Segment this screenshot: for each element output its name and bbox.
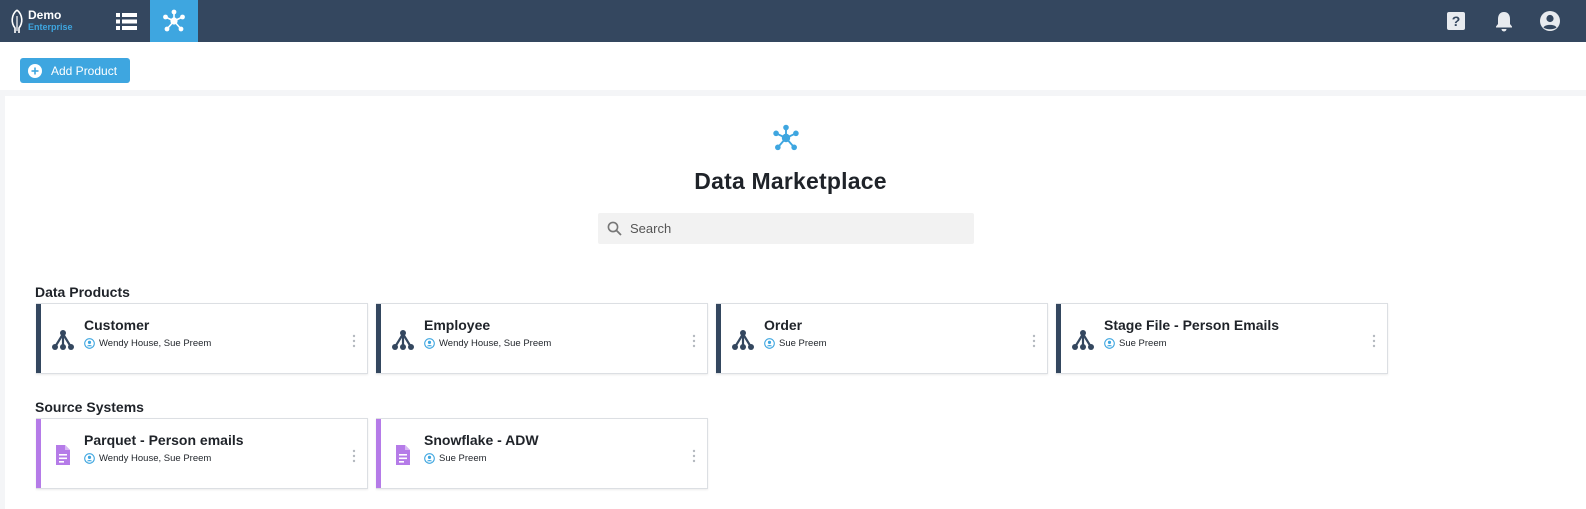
more-options-icon[interactable]	[1031, 334, 1037, 348]
bell-icon	[1496, 12, 1512, 32]
svg-text:?: ?	[1452, 13, 1461, 29]
owners-text: Sue Preem	[439, 453, 487, 464]
card-accent	[376, 304, 381, 373]
owners-text: Wendy House, Sue Preem	[99, 453, 212, 464]
card-title: Snowflake - ADW	[424, 432, 539, 448]
card-title: Employee	[424, 317, 491, 333]
file-icon	[56, 445, 70, 465]
logo-icon	[11, 9, 23, 33]
card-accent	[376, 419, 381, 488]
product-card-customer[interactable]: Customer Wendy House, Sue Preem	[36, 303, 368, 374]
brand[interactable]: Demo Enterprise	[8, 6, 98, 36]
card-title: Customer	[84, 317, 150, 333]
help-button[interactable]: ?	[1436, 0, 1476, 42]
card-owners: Sue Preem	[1104, 337, 1167, 350]
top-bar: Demo Enterprise ?	[0, 0, 1586, 42]
owner-icon	[764, 338, 775, 349]
product-card-employee[interactable]: Employee Wendy House, Sue Preem	[376, 303, 708, 374]
section-title-source-systems: Source Systems	[35, 399, 144, 415]
hierarchy-icon	[1072, 330, 1094, 350]
account-button[interactable]	[1530, 0, 1570, 42]
search-box[interactable]	[598, 213, 974, 244]
account-circle-icon	[1540, 11, 1560, 31]
file-icon	[396, 445, 410, 465]
card-title: Stage File - Person Emails	[1104, 317, 1280, 333]
add-product-label: Add Product	[51, 63, 118, 78]
list-icon	[115, 12, 137, 30]
owners-text: Sue Preem	[779, 338, 827, 349]
nav-list-view[interactable]	[102, 0, 150, 42]
add-circle-icon	[28, 63, 42, 78]
search-icon	[607, 221, 622, 236]
section-title-data-products: Data Products	[35, 284, 130, 300]
search-input[interactable]	[630, 213, 966, 244]
network-icon	[163, 9, 185, 32]
help-icon: ?	[1447, 12, 1465, 30]
product-card-order[interactable]: Order Sue Preem	[716, 303, 1048, 374]
owner-icon	[84, 338, 95, 349]
card-accent	[36, 304, 41, 373]
hierarchy-icon	[732, 330, 754, 350]
card-owners: Wendy House, Sue Preem	[84, 337, 211, 350]
owners-text: Wendy House, Sue Preem	[99, 338, 212, 349]
more-options-icon[interactable]	[691, 334, 697, 348]
card-owners: Wendy House, Sue Preem	[424, 337, 551, 350]
nav-data-marketplace[interactable]	[150, 0, 198, 42]
owners-text: Wendy House, Sue Preem	[439, 338, 552, 349]
product-card-stage-file[interactable]: Stage File - Person Emails Sue Preem	[1056, 303, 1388, 374]
add-product-button[interactable]: Add Product	[20, 58, 130, 83]
card-owners: Wendy House, Sue Preem	[84, 452, 211, 465]
app-tier: Enterprise	[28, 22, 73, 32]
more-options-icon[interactable]	[351, 334, 357, 348]
app-name: Demo	[28, 8, 62, 22]
card-accent	[36, 419, 41, 488]
card-accent	[1056, 304, 1061, 373]
marketplace-panel: Data Marketplace Data Products Customer …	[5, 96, 1586, 509]
owner-icon	[424, 338, 435, 349]
owner-icon	[424, 453, 435, 464]
card-title: Order	[764, 317, 803, 333]
source-card-snowflake[interactable]: Snowflake - ADW Sue Preem	[376, 418, 708, 489]
card-owners: Sue Preem	[764, 337, 827, 350]
owner-icon	[84, 453, 95, 464]
source-card-parquet[interactable]: Parquet - Person emails Wendy House, Sue…	[36, 418, 368, 489]
card-accent	[716, 304, 721, 373]
owners-text: Sue Preem	[1119, 338, 1167, 349]
more-options-icon[interactable]	[351, 449, 357, 463]
toolbar: Add Product	[0, 42, 1586, 90]
notifications-button[interactable]	[1484, 0, 1524, 42]
hierarchy-icon	[52, 330, 74, 350]
more-options-icon[interactable]	[691, 449, 697, 463]
more-options-icon[interactable]	[1371, 334, 1377, 348]
owner-icon	[1104, 338, 1115, 349]
hierarchy-icon	[392, 330, 414, 350]
card-title: Parquet - Person emails	[84, 432, 244, 448]
network-icon	[773, 124, 799, 151]
card-owners: Sue Preem	[424, 452, 487, 465]
page-title: Data Marketplace	[694, 168, 887, 194]
